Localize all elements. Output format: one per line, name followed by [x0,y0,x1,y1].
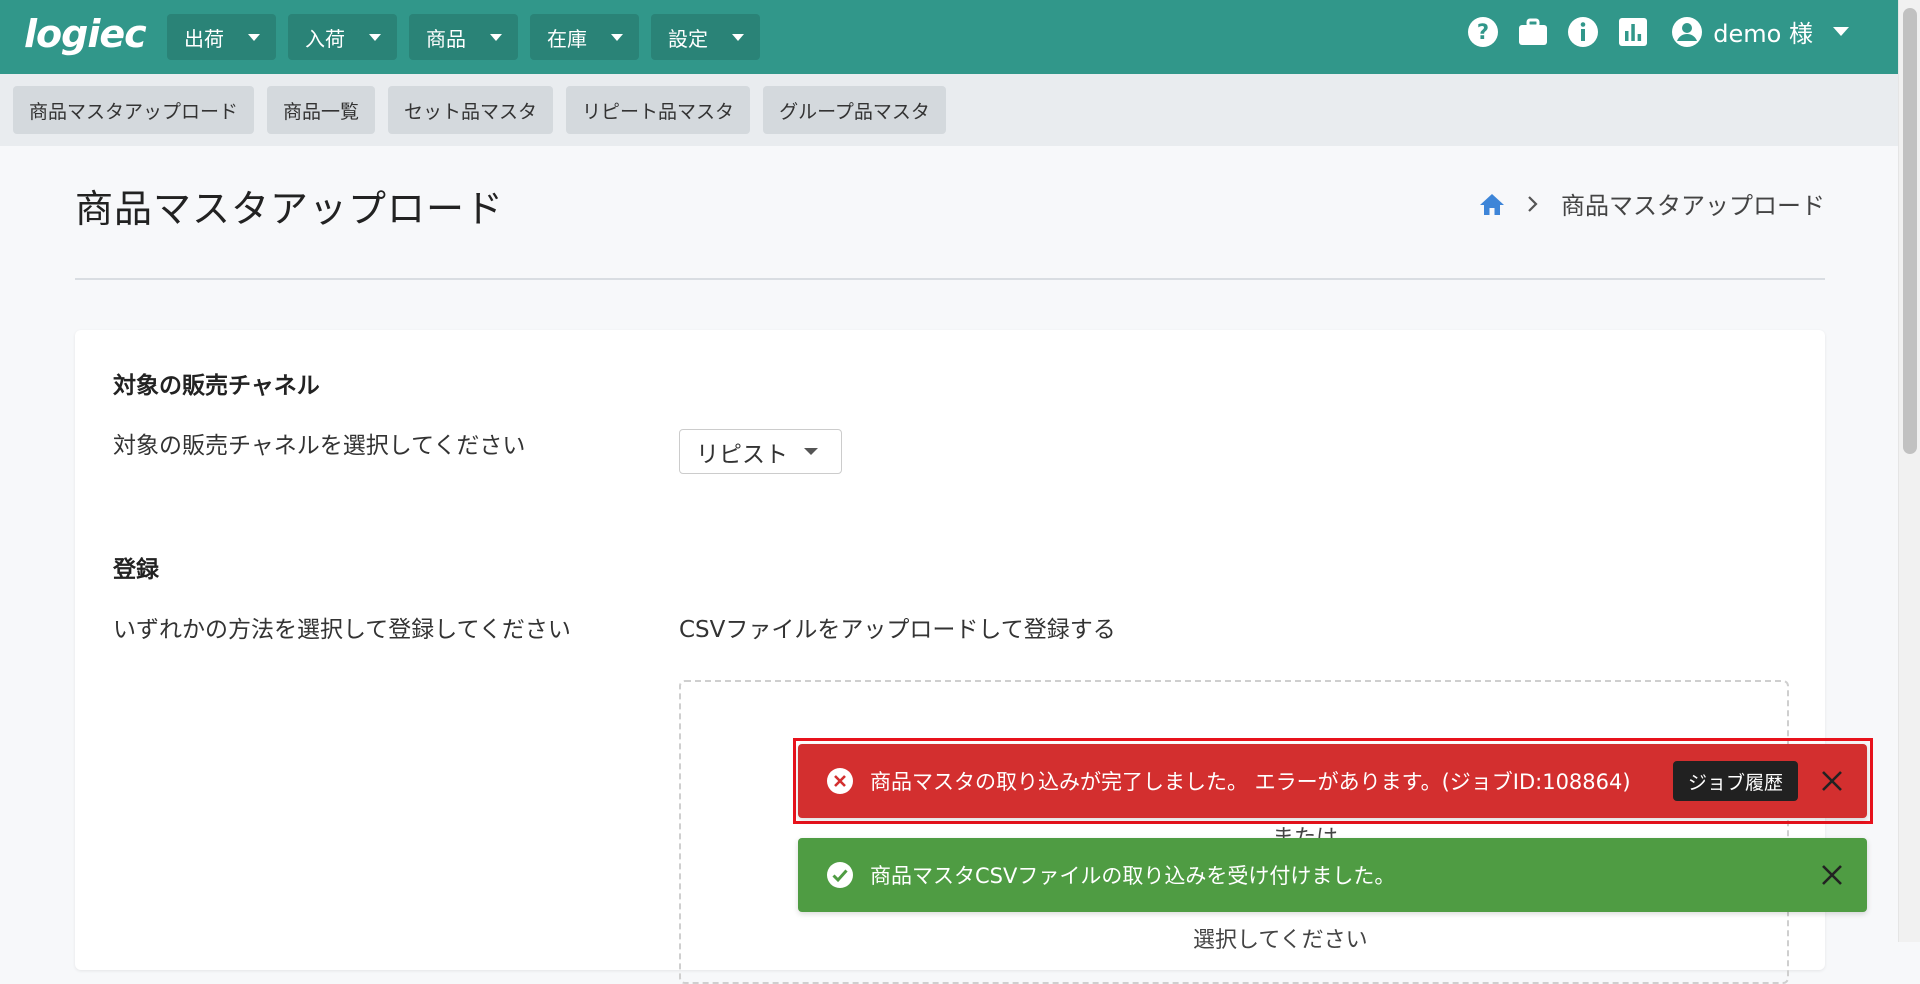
logo-text: logiec [24,12,147,56]
account-icon [1672,16,1703,47]
subtab-set-master[interactable]: セット品マスタ [388,86,554,134]
main-menu: 出荷 入荷 商品 在庫 設定 [167,14,760,60]
caret-down-icon [490,33,502,41]
channel-label: 対象の販売チャネルを選択してください [113,433,526,459]
nav-item-label: 設定 [668,26,708,51]
top-icons: ? demo 様 [1467,14,1849,49]
caret-down-icon [1833,27,1849,36]
nav-shipping-menu[interactable]: 出荷 [167,14,276,60]
channel-select[interactable]: リピスト [679,429,842,474]
top-navbar: logiec LOGISTICS E-COMMERCE 出荷 入荷 商品 在庫 … [0,0,1899,120]
register-label: いずれかの方法を選択して登録してください [113,617,571,643]
nav-products-menu[interactable]: 商品 [409,14,518,60]
nav-item-label: 在庫 [547,26,587,51]
svg-text:?: ? [1477,20,1489,44]
page-scrollbar[interactable] [1898,0,1920,942]
job-history-button[interactable]: ジョブ履歴 [1673,761,1799,801]
nav-settings-menu[interactable]: 設定 [651,14,760,60]
close-icon[interactable] [1819,768,1845,794]
breadcrumb: 商品マスタアップロード [1479,186,1825,221]
page-title: 商品マスタアップロード [75,187,505,231]
register-section-title: 登録 [113,557,159,583]
caret-down-icon [369,33,381,41]
subtab-repeat-master[interactable]: リピート品マスタ [566,86,751,134]
channel-section-title: 対象の販売チャネル [113,373,320,399]
briefcase-icon[interactable] [1517,16,1549,48]
subtab-product-list[interactable]: 商品一覧 [267,86,376,134]
chevron-right-icon [1528,195,1538,212]
chart-icon[interactable] [1617,16,1649,48]
nav-item-label: 商品 [426,26,466,51]
check-circle-icon [826,861,854,889]
sub-tabs: 商品マスタアップロード 商品一覧 セット品マスタ リピート品マスタ グループ品マ… [13,86,946,134]
nav-receiving-menu[interactable]: 入荷 [288,14,397,60]
sub-navbar: 商品マスタアップロード 商品一覧 セット品マスタ リピート品マスタ グループ品マ… [0,74,1899,146]
home-icon[interactable] [1479,192,1505,216]
success-toast-message: 商品マスタCSVファイルの取り込みを受け付けました。 [870,864,1396,888]
caret-down-icon [611,33,623,41]
nav-item-label: 出荷 [184,26,224,51]
caret-down-icon [248,33,260,41]
nav-item-label: 入荷 [305,26,345,51]
success-toast: 商品マスタCSVファイルの取り込みを受け付けました。 [798,838,1867,912]
user-name: demo 様 [1713,20,1813,48]
header-divider [75,278,1825,280]
subtab-group-master[interactable]: グループ品マスタ [763,86,946,134]
logo[interactable]: logiec LOGISTICS E-COMMERCE [24,14,147,120]
close-icon[interactable] [1819,862,1845,888]
info-icon[interactable] [1567,16,1599,48]
help-icon[interactable]: ? [1467,16,1499,48]
csv-upload-label: CSVファイルをアップロードして登録する [679,617,1116,643]
scrollbar-thumb[interactable] [1903,8,1917,454]
user-menu[interactable]: demo 様 [1671,14,1849,49]
subtab-product-master-upload[interactable]: 商品マスタアップロード [13,86,255,134]
error-toast: 商品マスタの取り込みが完了しました。 エラーがあります。(ジョブID:10886… [798,744,1867,818]
error-toast-message: 商品マスタの取り込みが完了しました。 エラーがあります。(ジョブID:10886… [870,770,1631,794]
caret-down-icon [732,33,744,41]
breadcrumb-current: 商品マスタアップロード [1561,192,1825,220]
caret-down-icon [804,448,818,455]
error-circle-icon [826,767,854,795]
upload-select-text: 選択してください [1193,928,1368,953]
channel-select-value: リピスト [696,441,788,468]
nav-inventory-menu[interactable]: 在庫 [530,14,639,60]
